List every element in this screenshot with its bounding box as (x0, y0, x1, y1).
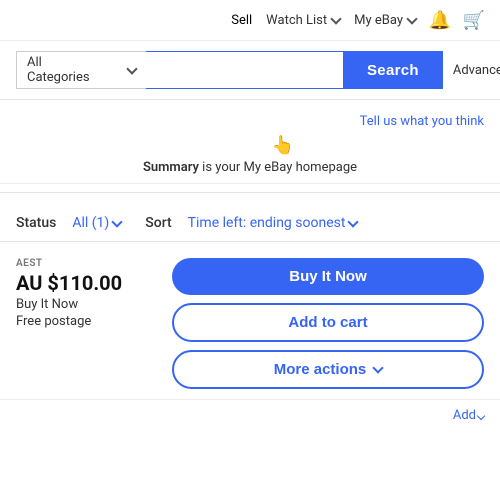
tell-us-link[interactable]: Tell us what you think (16, 114, 484, 129)
currency-label: AEST (16, 258, 156, 269)
add-chevron-icon (477, 411, 485, 419)
add-to-cart-button[interactable]: Add to cart (172, 303, 484, 342)
sort-chevron-icon (348, 216, 359, 227)
divider (0, 192, 500, 193)
more-actions-button[interactable]: More actions (172, 350, 484, 389)
status-label: Status (16, 215, 56, 231)
status-chevron-icon (112, 216, 123, 227)
sort-dropdown[interactable]: Time left: ending soonest (188, 215, 358, 231)
my-ebay-menu[interactable]: My eBay (354, 13, 416, 28)
category-dropdown[interactable]: All Categories (16, 51, 146, 89)
top-nav: Sell Watch List My eBay 🔔 🛒 (0, 0, 500, 41)
filter-bar: Status All (1) Sort Time left: ending so… (0, 201, 500, 242)
product-info: AEST AU $110.00 Buy It Now Free postage (16, 258, 156, 329)
search-input[interactable] (146, 51, 343, 89)
product-row: AEST AU $110.00 Buy It Now Free postage … (0, 242, 500, 400)
my-ebay-chevron-icon (406, 13, 417, 24)
product-price: AU $110.00 (16, 271, 156, 295)
status-filter-dropdown[interactable]: All (1) (72, 215, 121, 231)
add-small-button[interactable]: Add (453, 408, 484, 423)
buy-it-now-label: Buy It Now (16, 297, 156, 312)
cursor-pointer-icon: 👆 (272, 135, 294, 156)
buy-now-button[interactable]: Buy It Now (172, 258, 484, 295)
advanced-search-link[interactable]: Advanced (453, 63, 500, 78)
sell-link[interactable]: Sell (231, 13, 252, 28)
summary-description: Summary is your My eBay homepage (16, 160, 484, 175)
action-buttons: Buy It Now Add to cart More actions (172, 258, 484, 389)
bottom-row: Add (0, 400, 500, 431)
more-actions-chevron-icon (373, 362, 384, 373)
postage-label: Free postage (16, 314, 156, 329)
sort-label: Sort (145, 215, 171, 231)
shopping-cart-icon[interactable]: 🛒 (464, 10, 484, 30)
category-chevron-icon (126, 63, 137, 74)
summary-section: Tell us what you think 👆 Summary is your… (0, 100, 500, 184)
watch-list-chevron-icon (330, 13, 341, 24)
search-button[interactable]: Search (343, 51, 443, 89)
notifications-bell-icon[interactable]: 🔔 (430, 10, 450, 30)
search-bar: All Categories Search Advanced (0, 41, 500, 100)
watch-list-menu[interactable]: Watch List (266, 13, 340, 28)
